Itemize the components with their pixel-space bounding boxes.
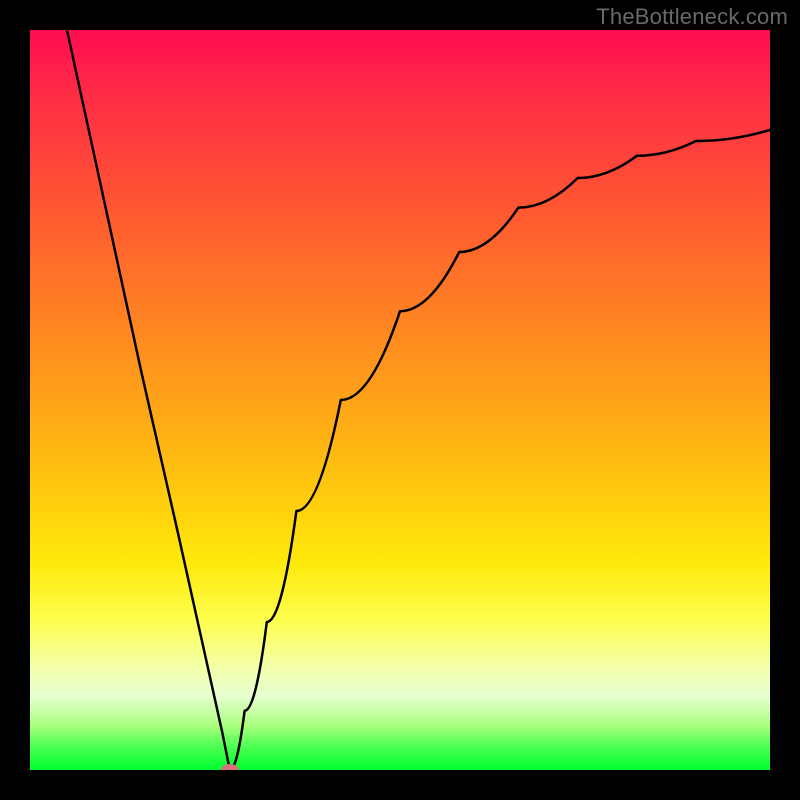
curve-left-branch (67, 30, 230, 770)
minimum-marker (221, 764, 239, 770)
watermark-text: TheBottleneck.com (596, 4, 788, 30)
bottleneck-curve (30, 30, 770, 770)
plot-area (30, 30, 770, 770)
chart-container: TheBottleneck.com (0, 0, 800, 800)
curve-right-branch (230, 130, 770, 770)
